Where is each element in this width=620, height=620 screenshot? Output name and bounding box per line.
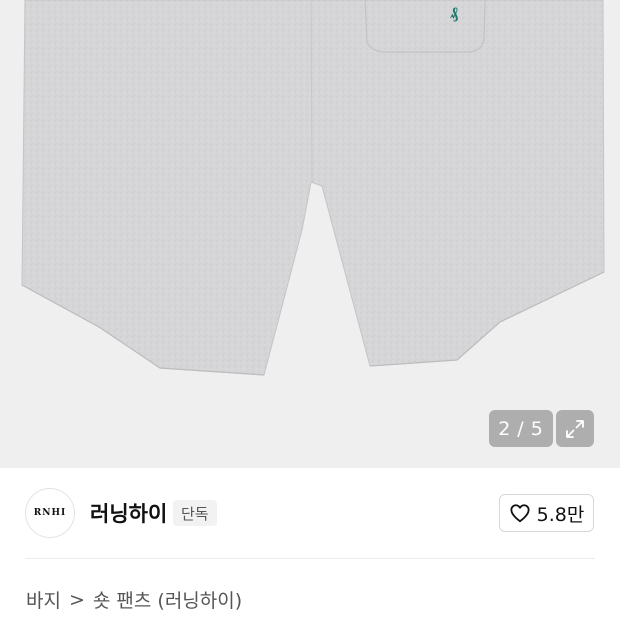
product-image-gallery[interactable]: ₰ 2 / 5 (0, 0, 620, 468)
breadcrumb-subcategory[interactable]: 숏 팬츠 (러닝하이) (93, 586, 242, 613)
expand-image-button[interactable] (556, 410, 594, 447)
brand-name[interactable]: 러닝하이 (90, 498, 167, 528)
image-counter: 2 / 5 (489, 410, 553, 447)
brand-logo-text: RNHI (33, 508, 67, 518)
breadcrumb: 바지 > 숏 팬츠 (러닝하이) (26, 586, 242, 613)
breadcrumb-separator: > (68, 588, 85, 611)
like-button[interactable]: 5.8만 (499, 494, 594, 532)
exclusive-badge: 단독 (173, 500, 217, 526)
total-image-count: 5 (530, 417, 544, 440)
brand-logo[interactable]: RNHI (25, 488, 75, 538)
current-image-index: 2 (498, 417, 512, 440)
like-count: 5.8만 (536, 503, 585, 526)
brand-row: RNHI 러닝하이 단독 5.8만 (0, 468, 620, 558)
product-image-shorts: ₰ (21, 0, 605, 376)
counter-separator: / (517, 417, 525, 440)
expand-icon (566, 419, 584, 438)
breadcrumb-category[interactable]: 바지 (26, 586, 61, 613)
embroidered-logo-icon: ₰ (450, 3, 458, 22)
heart-icon (510, 504, 530, 523)
divider (25, 558, 595, 559)
